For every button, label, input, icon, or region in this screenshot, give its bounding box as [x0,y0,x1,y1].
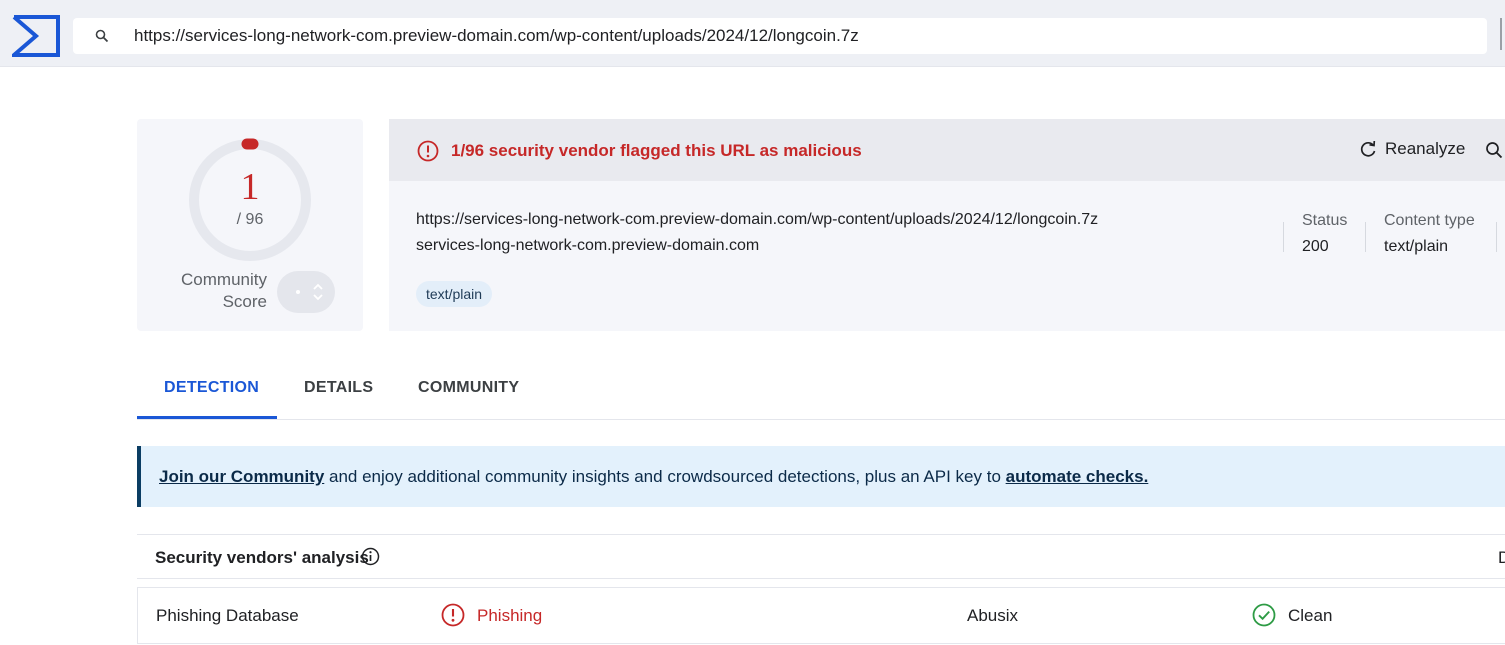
meta-divider [1283,222,1284,252]
community-vote-control[interactable] [277,271,335,313]
meta-divider [1496,222,1497,252]
search-icon [95,29,109,43]
info-icon[interactable] [361,547,380,566]
vote-arrows-icon[interactable] [311,279,325,305]
similar-search-icon[interactable] [1485,141,1503,159]
vendors-title: Security vendors' analysis [155,548,369,567]
vendor-result: Phishing [477,606,543,625]
content-type-value: text/plain [1384,238,1449,255]
topbar-edge-divider [1500,18,1505,50]
community-label-line2: Score [222,292,267,311]
status-value: 200 [1302,238,1329,255]
report-tabs: DETECTION DETAILS COMMUNITY [137,360,1505,420]
community-score-label: Community Score [167,269,267,313]
vendor-name: Abusix [967,606,1019,625]
meta-divider [1365,222,1366,252]
content-type-label: Content type [1384,212,1475,229]
vendor-result: Clean [1288,606,1333,625]
content-type-tag[interactable]: text/plain [416,281,493,307]
alert-circle-icon [417,140,439,162]
tab-community[interactable]: COMMUNITY [418,379,519,397]
detection-count: 1 [240,166,260,208]
banner-text: Join our Community and enjoy additional … [159,467,1148,487]
community-label-line1: Community [181,270,267,289]
top-bar: https://services-long-network-com.previe… [0,0,1505,67]
clean-check-icon [1252,603,1276,627]
scanned-url[interactable]: https://services-long-network-com.previe… [416,211,1098,229]
vendor-name: Phishing Database [156,606,299,625]
summary-header: 1/96 security vendor flagged this URL as… [389,119,1505,181]
reanalyze-icon [1360,140,1376,157]
vendors-header-cut-text[interactable]: D [1498,548,1505,568]
vote-dot [296,290,300,294]
banner-middle-text: and enjoy additional community insights … [324,467,1006,486]
status-label: Status [1302,212,1348,229]
scanned-host[interactable]: services-long-network-com.preview-domain… [416,237,759,255]
vendors-header: Security vendors' analysis D [137,534,1505,579]
search-bar[interactable]: https://services-long-network-com.previe… [73,18,1487,54]
detection-score-card: 1 / 96 Community Score [137,119,363,331]
phishing-alert-icon [441,603,465,627]
detection-total: / 96 [236,211,264,228]
search-input[interactable]: https://services-long-network-com.previe… [134,26,859,46]
tab-details[interactable]: DETAILS [304,379,373,397]
join-community-link[interactable]: Join our Community [159,467,324,486]
url-summary-panel: 1/96 security vendor flagged this URL as… [389,119,1505,331]
automate-checks-link[interactable]: automate checks. [1006,467,1149,486]
active-tab-indicator [137,416,277,419]
reanalyze-button[interactable]: Reanalyze [1359,139,1465,159]
reanalyze-label: Reanalyze [1385,139,1466,158]
table-row: Phishing Database Phishing Abusix Clean [137,587,1505,644]
malicious-alert-text: 1/96 security vendor flagged this URL as… [451,141,862,160]
tab-detection[interactable]: DETECTION [164,379,259,397]
logo-icon[interactable] [12,14,60,58]
community-banner: Join our Community and enjoy additional … [137,446,1505,507]
